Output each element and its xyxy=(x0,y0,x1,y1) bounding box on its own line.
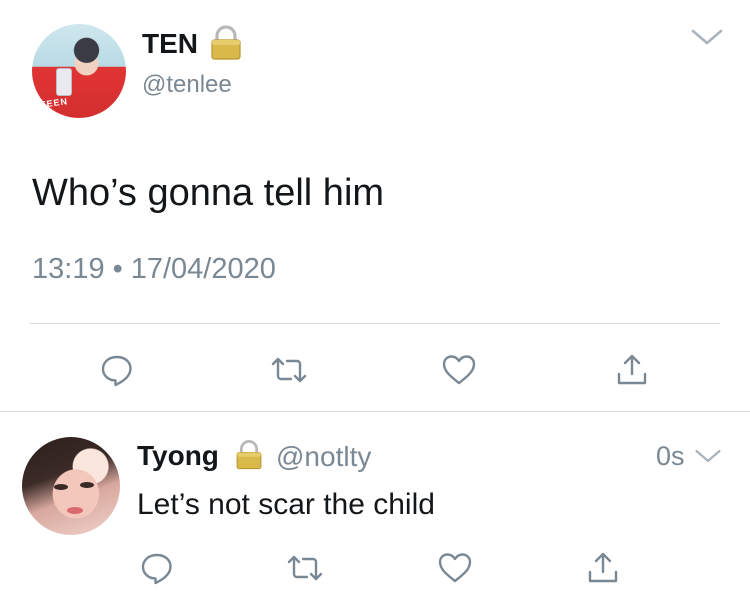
retweet-icon xyxy=(287,555,323,581)
divider xyxy=(30,323,720,324)
share-icon xyxy=(617,354,647,385)
retweet-icon xyxy=(271,357,307,383)
share-button[interactable] xyxy=(582,547,624,589)
tweet-timestamp: 13:19 • 17/04/2020 xyxy=(32,253,276,286)
lock-icon xyxy=(206,25,246,66)
heart-icon xyxy=(442,355,476,385)
like-button[interactable] xyxy=(438,349,480,391)
reply-author-name[interactable]: Tyong xyxy=(137,440,219,472)
retweet-button[interactable] xyxy=(268,349,310,391)
share-icon xyxy=(588,552,618,583)
avatar-logo: TEEN xyxy=(39,96,69,110)
lock-icon xyxy=(232,439,266,476)
tweet-text: Who’s gonna tell him xyxy=(32,172,385,214)
avatar-detail xyxy=(80,482,94,488)
author-handle[interactable]: @tenlee xyxy=(142,71,232,99)
avatar-phone-detail xyxy=(56,68,72,96)
divider xyxy=(0,411,750,412)
reply-icon xyxy=(101,355,132,387)
reply-author-handle[interactable]: @notlty xyxy=(276,441,371,473)
like-button[interactable] xyxy=(434,547,476,589)
avatar-detail xyxy=(67,507,83,514)
tweet-date: 17/04/2020 xyxy=(130,253,276,285)
tweet-time: 13:19 xyxy=(32,253,105,285)
reply-author-avatar[interactable] xyxy=(22,437,120,535)
heart-icon xyxy=(438,553,472,583)
chevron-down-icon[interactable] xyxy=(690,26,724,53)
retweet-button[interactable] xyxy=(284,547,326,589)
author-name[interactable]: TEN xyxy=(142,28,198,60)
reply-text: Let’s not scar the child xyxy=(137,488,435,521)
avatar-detail xyxy=(54,484,68,490)
reply-button[interactable] xyxy=(136,547,178,589)
share-button[interactable] xyxy=(611,349,653,391)
chevron-down-icon[interactable] xyxy=(694,447,722,470)
reply-timestamp: 0s xyxy=(656,441,685,471)
reply-button[interactable] xyxy=(96,349,138,391)
author-avatar[interactable]: TEEN xyxy=(32,24,126,118)
meta-separator: • xyxy=(112,253,123,285)
reply-icon xyxy=(141,553,172,585)
